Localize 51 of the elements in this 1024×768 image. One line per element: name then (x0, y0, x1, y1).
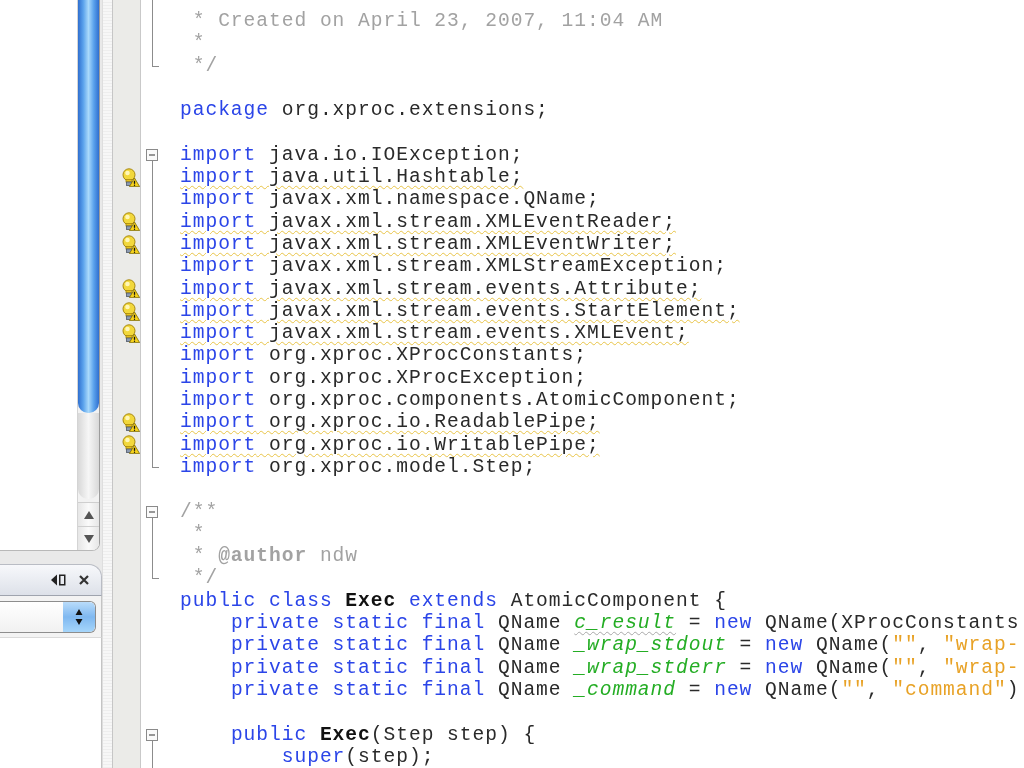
scrollbar[interactable] (77, 0, 99, 550)
code-line: import java.util.Hashtable; (180, 166, 524, 189)
lightbulb-warning-icon[interactable] (121, 167, 140, 187)
code-line: super(step); (281, 745, 435, 768)
stepper-arrows-icon[interactable] (63, 601, 95, 632)
lightbulb-warning-icon[interactable] (121, 212, 140, 232)
code-line: import javax.xml.stream.events.StartElement; (180, 299, 740, 323)
code-line: import javax.xml.stream.events.Attribute; (180, 277, 702, 300)
lightbulb-warning-icon[interactable] (121, 435, 140, 455)
down-triangle-icon (83, 534, 94, 543)
scroll-down-button[interactable] (78, 526, 99, 550)
minimize-icon[interactable] (51, 574, 66, 586)
code-line: * @author ndw (192, 545, 359, 568)
code-line: */ (192, 567, 219, 590)
code-line: /** (180, 500, 219, 523)
code-line: package org.xproc.extensions; (180, 99, 549, 122)
code-line: * (192, 522, 206, 546)
lightbulb-warning-icon[interactable] (121, 301, 140, 321)
code-line: import javax.xml.stream.XMLEventReader; (180, 210, 676, 233)
code-line: private static final QName c_result = new QName(XProcConstants (230, 612, 1020, 635)
code-line: * Created on April 23, 2007, 11:04 AM (192, 10, 664, 33)
lightbulb-warning-icon[interactable] (121, 234, 140, 254)
code-line: import org.xproc.XProcException; (180, 366, 587, 390)
code-line: import javax.xml.namespace.QName; (180, 188, 600, 211)
code-line: import javax.xml.stream.XMLEventWriter; (180, 232, 676, 256)
dropdown-field[interactable] (0, 600, 96, 633)
close-icon[interactable] (79, 575, 89, 585)
code-line: private static final QName _wrap_stdout = new QName("", "wrap- (230, 634, 1020, 657)
lightbulb-warning-icon[interactable] (121, 279, 140, 299)
scroll-up-button[interactable] (78, 502, 99, 526)
code-line: private static final QName _command = new QName("", "command") (230, 678, 1020, 702)
code-line: public class Exec extends AtomicComponent { (180, 589, 727, 612)
code-line: import org.xproc.model.Step; (180, 455, 537, 479)
code-line: import javax.xml.stream.XMLStreamException; (180, 255, 727, 278)
code-line: import org.xproc.XProcConstants; (180, 344, 587, 367)
scroll-thumb[interactable] (78, 0, 99, 413)
code-line: private static final QName _wrap_stderr = new QName("", "wrap- (230, 656, 1020, 679)
code-line: public Exec(Step step) { (230, 723, 537, 746)
code-line: * (192, 32, 206, 55)
code-line: import java.io.IOException; (180, 143, 524, 167)
lightbulb-warning-icon[interactable] (121, 323, 140, 343)
code-line: import org.xproc.io.WritablePipe; (180, 433, 600, 456)
code-line: */ (192, 54, 219, 77)
code-line: import javax.xml.stream.events.XMLEvent; (180, 322, 689, 345)
code-line: import org.xproc.io.ReadablePipe; (180, 411, 600, 434)
fold-minus-icon[interactable] (146, 728, 158, 741)
fold-minus-icon[interactable] (146, 505, 158, 518)
fold-minus-icon[interactable] (146, 148, 158, 161)
lightbulb-warning-icon[interactable] (121, 413, 140, 432)
code-line: import org.xproc.components.AtomicComponent; (180, 389, 740, 412)
up-triangle-icon (83, 510, 94, 519)
